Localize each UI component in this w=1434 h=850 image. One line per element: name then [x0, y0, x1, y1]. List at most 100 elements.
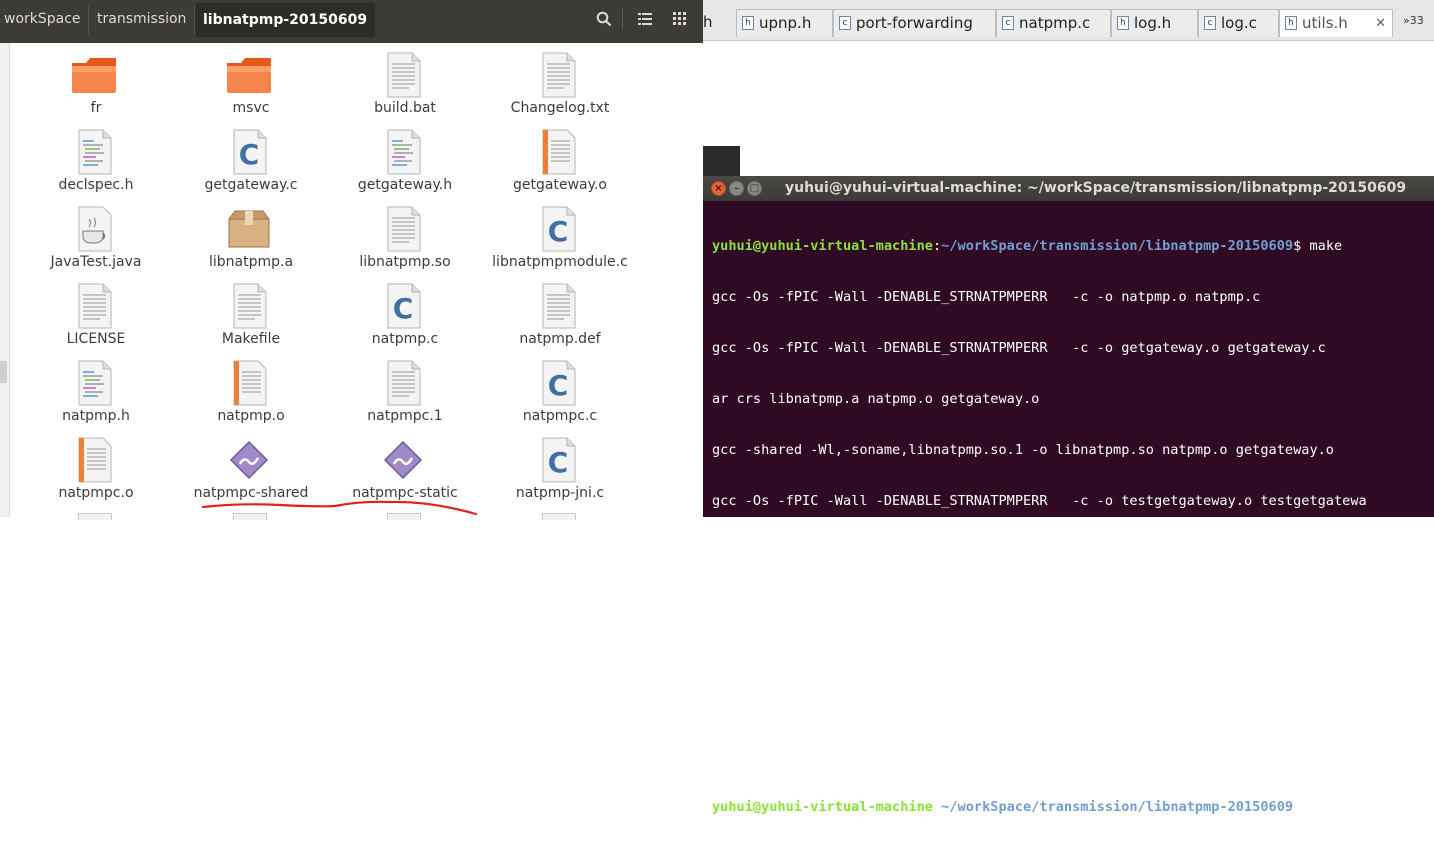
file-item[interactable]: Cnatpmp.c [323, 274, 473, 351]
file-item[interactable]: natpmpc-shared [169, 428, 319, 505]
file-name: natpmp.h [62, 408, 130, 424]
tab-utils-h[interactable]: h utils.h ✕ [1279, 9, 1393, 37]
output-line: y.c [712, 544, 737, 560]
file-name: fr [90, 100, 102, 116]
tab-partial[interactable]: h [703, 9, 713, 37]
file-name: getgateway.o [513, 177, 607, 193]
tab-natpmp-c[interactable]: c natpmp.c [996, 9, 1111, 37]
file-item[interactable]: build.bat [323, 43, 473, 120]
file-item[interactable]: Cnatpmp-jni.c [478, 428, 628, 505]
breadcrumb-transmission[interactable]: transmission [97, 0, 186, 38]
prompt-path: ~/workSpace/transmission/libnatpmp-20150… [941, 799, 1294, 815]
output-line: gcc -Os -fPIC -Wall -DENABLE_STRNATPMPER… [712, 493, 1367, 509]
folder-icon [225, 51, 273, 99]
tab-port-forwarding[interactable]: c port-forwarding [833, 9, 996, 37]
c-header-file-icon: h [742, 16, 754, 30]
breadcrumb-workspace[interactable]: workSpace [4, 0, 81, 38]
file-name: natpmp.def [519, 331, 601, 347]
output-line: gcc -Os -fPIC -Wall -DENABLE_STRNATPMPER… [712, 340, 1326, 356]
file-name: natpmp.o [217, 408, 285, 424]
grid-view-button[interactable] [665, 4, 695, 34]
file-name: libnatpmp.so [359, 254, 451, 270]
text-file-icon [379, 51, 427, 99]
text-file-icon [534, 51, 582, 99]
file-name: libnatpmp.a [208, 254, 294, 270]
prompt-user: yuhui@yuhui-virtual-machine [712, 799, 933, 815]
file-name: build.bat [374, 100, 436, 116]
tab-log-c[interactable]: c log.c [1198, 9, 1279, 37]
sidebar-scroll-handle[interactable] [0, 361, 7, 383]
file-item[interactable]: declspec.h [14, 120, 164, 197]
file-item[interactable]: Makefile [169, 274, 319, 351]
text-file-icon [225, 282, 273, 330]
prompt-line: yuhui@yuhui-virtual-machine:~/workSpace/… [712, 799, 1302, 815]
file-item[interactable]: natpmp.def [478, 274, 628, 351]
file-item[interactable]: libnatpmp.a [169, 197, 319, 274]
terminal-window: × – □ yuhui@yuhui-virtual-machine: ~/wor… [703, 176, 1434, 815]
list-view-icon [638, 13, 652, 25]
maximize-button[interactable]: □ [747, 181, 762, 196]
editor-window: h h upnp.h c port-forwarding c natpmp.c … [703, 0, 1434, 148]
tab-label: upnp.h [759, 14, 812, 32]
file-name: getgateway.h [357, 177, 453, 193]
c-source-icon: C [225, 128, 273, 176]
object-file-icon [534, 128, 582, 176]
file-item[interactable]: natpmpc.1 [323, 351, 473, 428]
tab-label: log.h [1134, 14, 1172, 32]
search-button[interactable] [589, 4, 619, 34]
svg-text:C: C [548, 369, 569, 402]
close-tab-icon[interactable]: ✕ [1375, 10, 1386, 37]
file-name: libnatpmpmodule.c [492, 254, 628, 270]
file-item[interactable]: fr [14, 43, 164, 120]
search-icon [596, 11, 612, 27]
text-file-icon [379, 205, 427, 253]
c-file-icon: c [1002, 16, 1014, 30]
close-button[interactable]: × [711, 181, 726, 196]
background-window-edge [703, 146, 740, 176]
red-underline-annotation [201, 500, 478, 516]
file-item[interactable]: JavaTest.java [14, 197, 164, 274]
file-name: msvc [232, 100, 270, 116]
file-item[interactable]: Clibnatpmpmodule.c [478, 197, 628, 274]
breadcrumb-current[interactable]: libnatpmp-20150609 [195, 3, 376, 37]
c-header-icon [70, 128, 118, 176]
file-item[interactable]: Cnatpmpc.c [478, 351, 628, 428]
terminal-title: yuhui@yuhui-virtual-machine: ~/workSpace… [785, 180, 1407, 196]
tab-label: utils.h [1302, 14, 1348, 32]
c-header-icon [379, 128, 427, 176]
archive-icon [225, 205, 273, 253]
c-source-icon: C [534, 436, 582, 484]
folder-icon [70, 51, 118, 99]
file-item[interactable]: libnatpmp.so [323, 197, 473, 274]
file-item[interactable]: natpmp.o [169, 351, 319, 428]
prompt-path: ~/workSpace/transmission/libnatpmp-20150… [941, 238, 1294, 254]
minimize-icon: – [734, 183, 739, 194]
output-line: gcc -o natpmpc-static natpmpc.o libnatpm… [712, 748, 1073, 764]
list-view-button[interactable] [630, 4, 660, 34]
file-name: LICENSE [66, 331, 126, 347]
file-item[interactable]: LICENSE [14, 274, 164, 351]
file-manager-header: workSpace transmission libnatpmp-2015060… [0, 0, 703, 43]
file-item[interactable]: Cgetgateway.c [169, 120, 319, 197]
output-line: gcc -Os -fPIC -Wall -DENABLE_STRNATPMPER… [712, 289, 1261, 305]
svg-text:C: C [239, 138, 260, 171]
file-name: natpmp.c [371, 331, 439, 347]
tab-upnp-h[interactable]: h upnp.h [736, 9, 833, 37]
tab-log-h[interactable]: h log.h [1111, 9, 1198, 37]
more-tabs-button[interactable]: »33 [1403, 14, 1424, 27]
file-name: natpmp-jni.c [515, 485, 605, 501]
file-item[interactable]: Changelog.txt [478, 43, 628, 120]
file-item[interactable]: getgateway.h [323, 120, 473, 197]
file-item[interactable]: natpmp.h [14, 351, 164, 428]
file-item[interactable]: getgateway.o [478, 120, 628, 197]
file-name: natpmpc.o [58, 485, 134, 501]
c-source-icon: C [534, 205, 582, 253]
command-text: make [1301, 238, 1343, 254]
terminal-output[interactable]: yuhui@yuhui-virtual-machine:~/workSpace/… [712, 204, 1432, 850]
file-item[interactable]: natpmpc.o [14, 428, 164, 505]
file-item[interactable]: natpmpc-static [323, 428, 473, 505]
grid-view-icon [673, 12, 686, 25]
file-item[interactable]: msvc [169, 43, 319, 120]
header-separator [622, 8, 623, 30]
minimize-button[interactable]: – [729, 181, 744, 196]
